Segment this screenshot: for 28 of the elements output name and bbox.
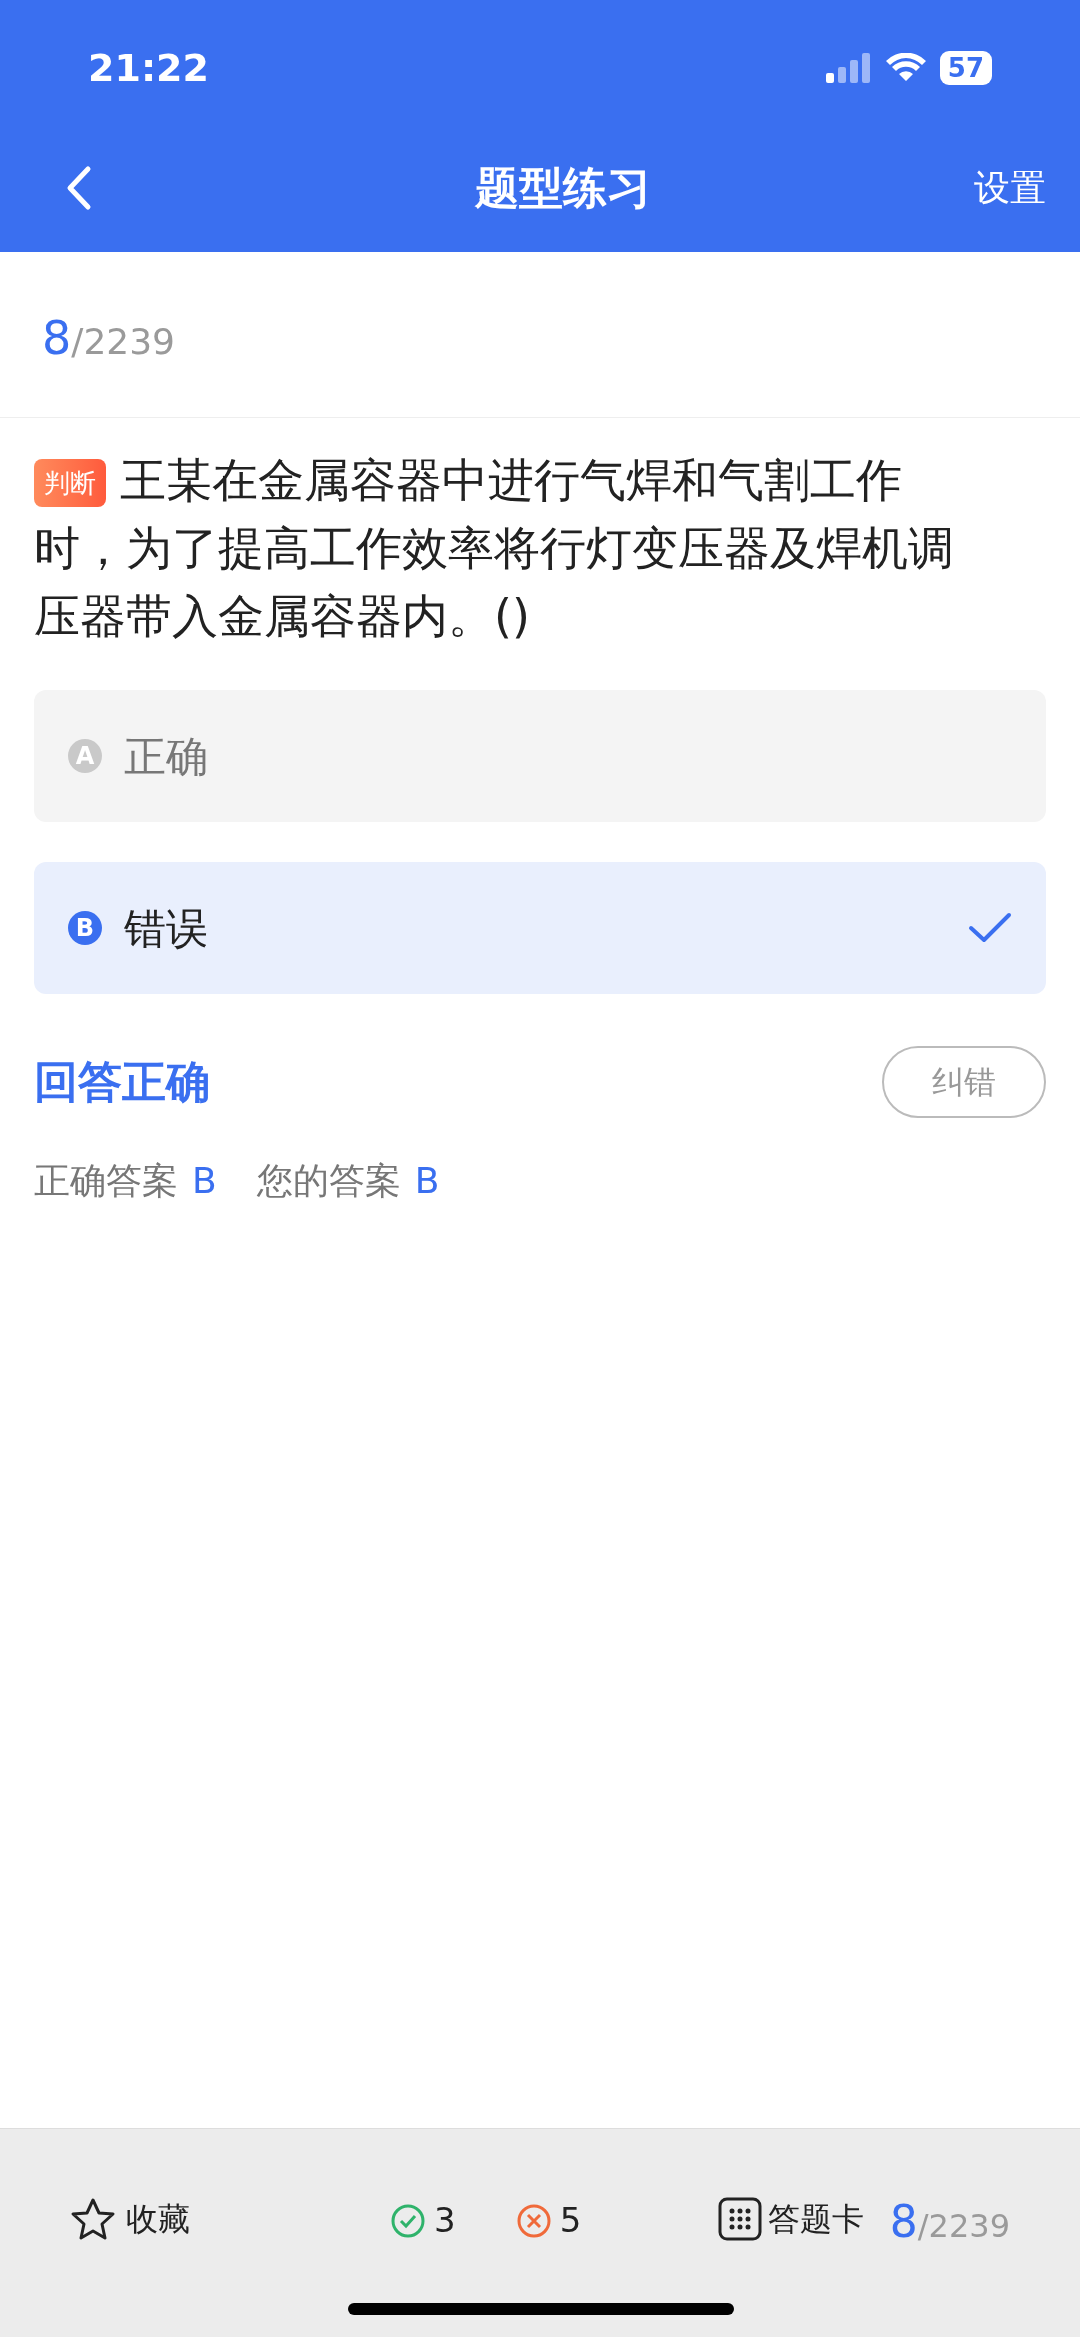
question-counter: 8/2239 [42,310,176,367]
option-text: 错误 [124,902,208,955]
your-answer-label: 您的答案 [256,1159,401,1203]
result-title: 回答正确 [34,1055,210,1109]
back-icon[interactable] [66,165,92,211]
answer-option[interactable]: B 错误 [34,862,1046,994]
star-icon[interactable] [70,2197,116,2241]
correct-answer-label: 正确答案 [34,1159,178,1203]
battery-icon: 57 [939,51,992,85]
answer-card-label[interactable]: 答题卡 [767,2195,864,2243]
correct-count: 3 [434,2199,456,2242]
settings-button[interactable]: 设置 [974,161,1046,215]
signal-icon [825,53,872,83]
bottom-counter: 8/2239 [889,2195,1010,2249]
check-icon [968,912,1012,944]
check-circle-icon [390,2202,426,2239]
question-text: 判断 王某在金属容器中进行气焊和气割工作时，为了提高工作效率将行灯变压器及焊机调压器带入金属容器内。() [34,452,955,645]
grid-icon[interactable] [717,2197,762,2241]
option-text: 正确 [124,730,208,783]
option-letter: B [68,911,102,945]
wifi-icon [885,53,926,83]
status-time: 21:22 [88,44,209,92]
page-title: 题型练习 [475,161,651,215]
favorite-label[interactable]: 收藏 [126,2195,190,2243]
wrong-count: 5 [559,2199,582,2242]
correct-answer-value: B [192,1159,217,1203]
your-answer-value: B [414,1159,440,1203]
cross-circle-icon [515,2202,552,2239]
